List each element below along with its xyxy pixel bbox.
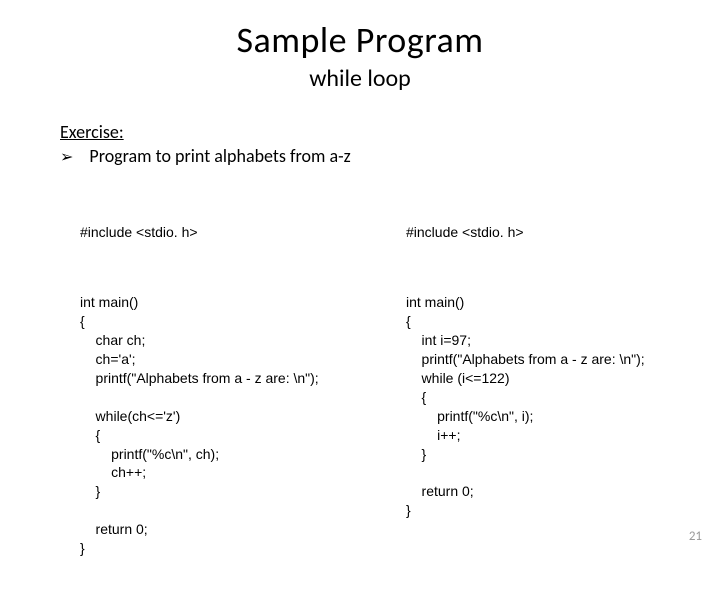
exercise-label: Exercise: bbox=[60, 121, 720, 143]
slide-subtitle: while loop bbox=[0, 64, 720, 93]
exercise-block: Exercise: ➢ Program to print alphabets f… bbox=[60, 121, 720, 167]
bullet-text: Program to print alphabets from a-z bbox=[89, 145, 350, 167]
bullet-row: ➢ Program to print alphabets from a-z bbox=[60, 145, 720, 167]
code-right-include: #include <stdio. h> bbox=[406, 223, 706, 242]
code-left-include: #include <stdio. h> bbox=[80, 223, 370, 242]
arrow-bullet-icon: ➢ bbox=[60, 147, 73, 167]
code-left: #include <stdio. h> int main() { char ch… bbox=[80, 185, 370, 596]
slide-title: Sample Program bbox=[0, 18, 720, 62]
code-left-body: int main() { char ch; ch='a'; printf("Al… bbox=[80, 293, 370, 557]
page-number: 21 bbox=[689, 529, 702, 544]
code-right: #include <stdio. h> int main() { int i=9… bbox=[406, 185, 706, 596]
code-columns: #include <stdio. h> int main() { char ch… bbox=[80, 185, 720, 596]
code-right-body: int main() { int i=97; printf("Alphabets… bbox=[406, 293, 706, 520]
